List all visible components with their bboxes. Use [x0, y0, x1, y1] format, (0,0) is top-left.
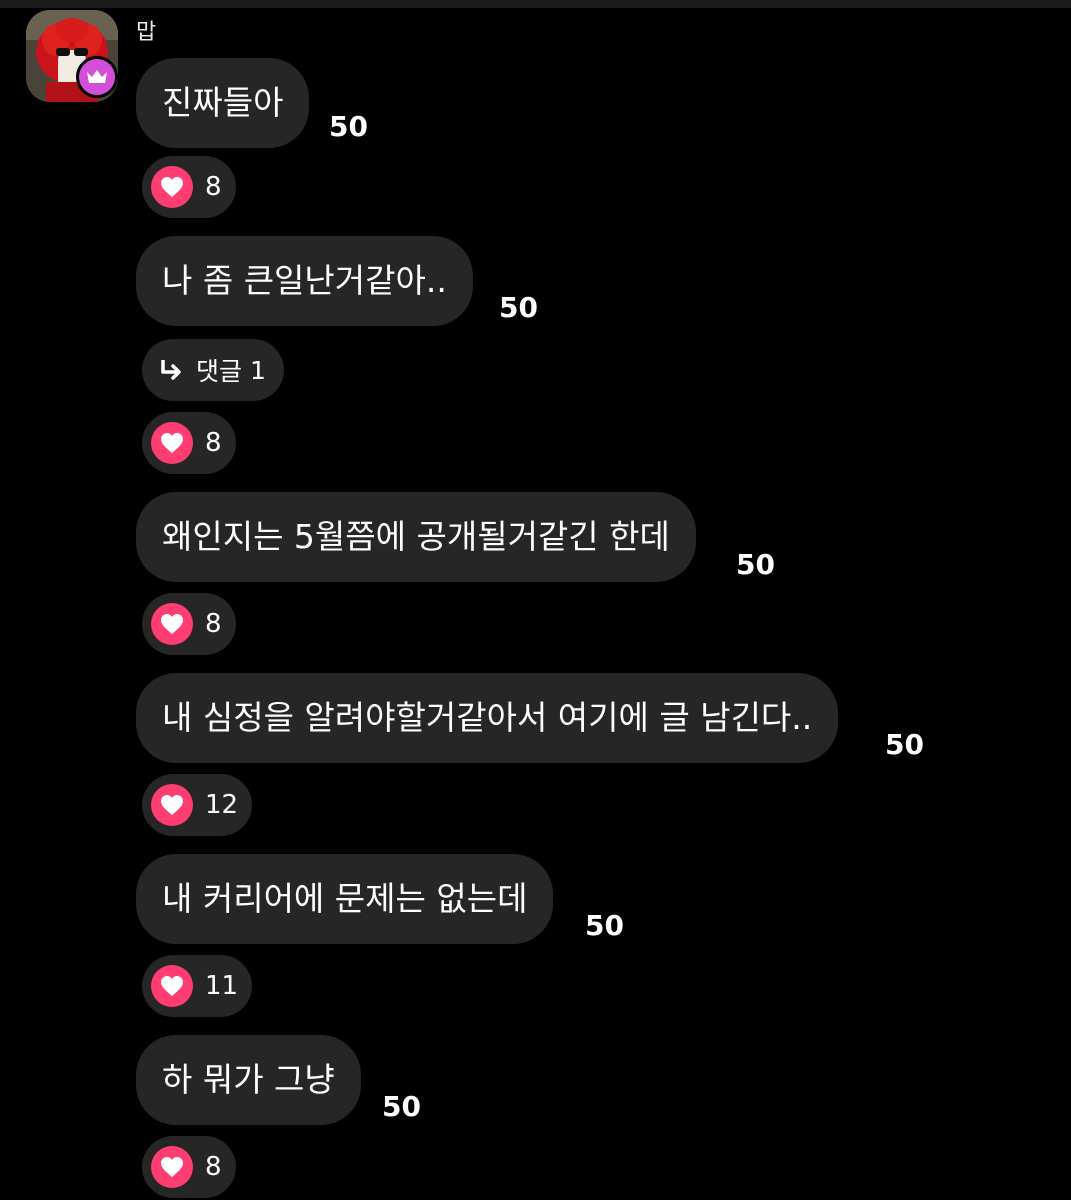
reply-button[interactable]: 댓글 1: [142, 339, 284, 401]
like-button[interactable]: 12: [142, 774, 253, 836]
reply-arrow-icon: [158, 357, 184, 383]
heart-icon: [151, 166, 193, 208]
reply-count: 1: [250, 355, 266, 385]
message-count: 50: [329, 110, 368, 143]
like-count: 11: [205, 971, 239, 1001]
message-count: 50: [736, 548, 775, 581]
like-count: 12: [205, 790, 239, 820]
like-button[interactable]: 8: [142, 1136, 236, 1198]
message-bubble[interactable]: 내 커리어에 문제는 없는데: [136, 854, 554, 944]
like-button[interactable]: 8: [142, 156, 236, 218]
like-button[interactable]: 8: [142, 593, 236, 655]
heart-icon: [151, 422, 193, 464]
like-count: 8: [205, 172, 222, 202]
message-bubble[interactable]: 내 심정을 알려야할거같아서 여기에 글 남긴다..: [136, 673, 839, 763]
message-bubble[interactable]: 왜인지는 5월쯤에 공개될거같긴 한데: [136, 492, 696, 582]
message-bubble[interactable]: 하 뭐가 그냥: [136, 1035, 361, 1125]
message-bubble[interactable]: 진짜들아: [136, 58, 310, 148]
message-count: 50: [585, 909, 624, 942]
heart-icon: [151, 965, 193, 1007]
like-button[interactable]: 8: [142, 412, 236, 474]
top-divider: [0, 0, 1071, 8]
like-button[interactable]: 11: [142, 955, 253, 1017]
reply-label: 댓글: [196, 357, 243, 386]
message-count: 50: [499, 291, 538, 324]
like-count: 8: [205, 428, 222, 458]
message-bubble[interactable]: 나 좀 큰일난거같아..: [136, 236, 473, 326]
crown-icon: [87, 70, 107, 83]
like-count: 8: [205, 609, 222, 639]
heart-icon: [151, 784, 193, 826]
heart-icon: [151, 1146, 193, 1188]
username[interactable]: 맙: [136, 14, 156, 46]
heart-icon: [151, 603, 193, 645]
crown-badge: [76, 56, 118, 98]
message-count: 50: [885, 728, 924, 761]
message-count: 50: [382, 1090, 421, 1123]
like-count: 8: [205, 1152, 222, 1182]
